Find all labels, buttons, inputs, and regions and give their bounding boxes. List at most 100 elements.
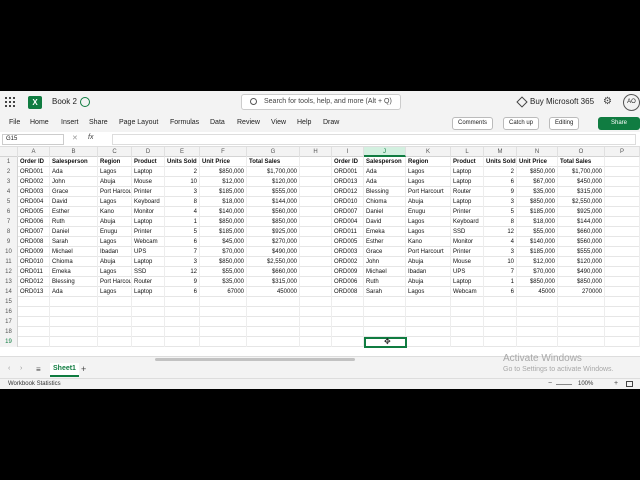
data-cell[interactable]: Keyboard — [132, 197, 165, 207]
tab-page-layout[interactable]: Page Layout — [119, 119, 158, 126]
tab-review[interactable]: Review — [237, 119, 260, 126]
data-cell[interactable]: Emeka — [364, 227, 406, 237]
data-cell[interactable] — [132, 317, 165, 327]
tab-draw[interactable]: Draw — [323, 119, 339, 126]
data-cell[interactable]: Lagos — [406, 167, 451, 177]
data-cell[interactable]: Printer — [132, 227, 165, 237]
data-cell[interactable]: $2,550,000 — [558, 197, 605, 207]
data-cell[interactable] — [132, 327, 165, 337]
row-header[interactable]: 9 — [0, 237, 18, 247]
data-cell[interactable]: ORD007 — [18, 227, 50, 237]
data-cell[interactable]: ORD003 — [18, 187, 50, 197]
data-cell[interactable]: $185,000 — [517, 247, 558, 257]
comments-button[interactable]: Comments — [452, 117, 494, 130]
data-cell[interactable]: ORD009 — [18, 247, 50, 257]
data-cell[interactable] — [484, 297, 517, 307]
data-cell[interactable]: Abuja — [98, 217, 132, 227]
row-header[interactable]: 8 — [0, 227, 18, 237]
data-cell[interactable]: Sarah — [364, 287, 406, 297]
data-cell[interactable] — [18, 297, 50, 307]
data-cell[interactable]: 5 — [165, 227, 200, 237]
data-cell[interactable]: Port Harcourt — [406, 247, 451, 257]
data-cell[interactable] — [50, 337, 98, 347]
column-header-j[interactable]: J — [364, 147, 406, 157]
column-header-k[interactable]: K — [406, 147, 451, 157]
data-cell[interactable] — [605, 207, 640, 217]
data-cell[interactable]: $270,000 — [247, 237, 300, 247]
row-header[interactable]: 1 — [0, 157, 18, 167]
data-cell[interactable] — [300, 337, 332, 347]
data-cell[interactable]: $140,000 — [517, 237, 558, 247]
data-cell[interactable]: $185,000 — [200, 227, 247, 237]
data-cell[interactable]: Enugu — [98, 227, 132, 237]
data-cell[interactable] — [605, 277, 640, 287]
data-cell[interactable]: $660,000 — [558, 227, 605, 237]
row-header[interactable]: 16 — [0, 307, 18, 317]
data-cell[interactable] — [300, 157, 332, 167]
row-header[interactable]: 19 — [0, 337, 18, 347]
data-cell[interactable] — [605, 317, 640, 327]
data-cell[interactable]: 12 — [165, 267, 200, 277]
data-cell[interactable] — [332, 307, 364, 317]
data-cell[interactable]: $925,000 — [558, 207, 605, 217]
data-cell[interactable]: $555,000 — [558, 247, 605, 257]
data-cell[interactable] — [300, 317, 332, 327]
data-cell[interactable]: ORD006 — [18, 217, 50, 227]
data-cell[interactable]: $1,700,000 — [558, 167, 605, 177]
data-cell[interactable] — [406, 337, 451, 347]
data-cell[interactable]: 5 — [484, 207, 517, 217]
data-cell[interactable] — [332, 327, 364, 337]
data-cell[interactable]: ORD009 — [332, 267, 364, 277]
data-cell[interactable]: Lagos — [98, 287, 132, 297]
data-cell[interactable] — [484, 317, 517, 327]
data-cell[interactable]: ORD007 — [332, 207, 364, 217]
header-cell[interactable]: Order ID — [18, 157, 50, 167]
data-cell[interactable]: $140,000 — [200, 207, 247, 217]
row-header[interactable]: 7 — [0, 217, 18, 227]
data-cell[interactable]: $850,000 — [517, 197, 558, 207]
data-cell[interactable] — [332, 317, 364, 327]
data-cell[interactable]: Keyboard — [451, 217, 484, 227]
data-cell[interactable]: David — [50, 197, 98, 207]
data-cell[interactable]: Lagos — [98, 197, 132, 207]
column-header-c[interactable]: C — [98, 147, 132, 157]
data-cell[interactable]: $850,000 — [558, 277, 605, 287]
row-header[interactable]: 14 — [0, 287, 18, 297]
tab-formulas[interactable]: Formulas — [170, 119, 199, 126]
workbook-statistics[interactable]: Workbook Statistics — [8, 381, 61, 387]
data-cell[interactable]: Grace — [50, 187, 98, 197]
data-cell[interactable]: 7 — [484, 267, 517, 277]
data-cell[interactable]: $850,000 — [517, 277, 558, 287]
data-cell[interactable] — [300, 267, 332, 277]
data-cell[interactable] — [50, 307, 98, 317]
data-cell[interactable]: $12,000 — [517, 257, 558, 267]
data-cell[interactable]: Port Harcourt — [98, 277, 132, 287]
data-cell[interactable] — [605, 157, 640, 167]
header-cell[interactable]: Salesperson — [364, 157, 406, 167]
column-header-l[interactable]: L — [451, 147, 484, 157]
tab-help[interactable]: Help — [297, 119, 311, 126]
data-cell[interactable]: ORD012 — [18, 277, 50, 287]
data-cell[interactable]: ORD005 — [332, 237, 364, 247]
data-cell[interactable] — [605, 297, 640, 307]
data-cell[interactable] — [451, 317, 484, 327]
data-cell[interactable]: 270000 — [558, 287, 605, 297]
header-cell[interactable]: Units Sold — [484, 157, 517, 167]
data-cell[interactable]: Chioma — [364, 197, 406, 207]
data-cell[interactable]: 8 — [165, 197, 200, 207]
data-cell[interactable]: 3 — [165, 257, 200, 267]
data-cell[interactable] — [50, 297, 98, 307]
data-cell[interactable]: $144,000 — [558, 217, 605, 227]
column-header-p[interactable]: P — [605, 147, 640, 157]
column-header-b[interactable]: B — [50, 147, 98, 157]
data-cell[interactable] — [364, 297, 406, 307]
tab-share[interactable]: Share — [89, 119, 108, 126]
data-cell[interactable]: Ibadan — [98, 247, 132, 257]
data-cell[interactable] — [50, 317, 98, 327]
tab-data[interactable]: Data — [210, 119, 225, 126]
data-cell[interactable] — [247, 337, 300, 347]
data-cell[interactable]: Abuja — [406, 257, 451, 267]
data-cell[interactable]: ORD011 — [18, 267, 50, 277]
data-cell[interactable]: $490,000 — [247, 247, 300, 257]
data-cell[interactable]: Emeka — [50, 267, 98, 277]
